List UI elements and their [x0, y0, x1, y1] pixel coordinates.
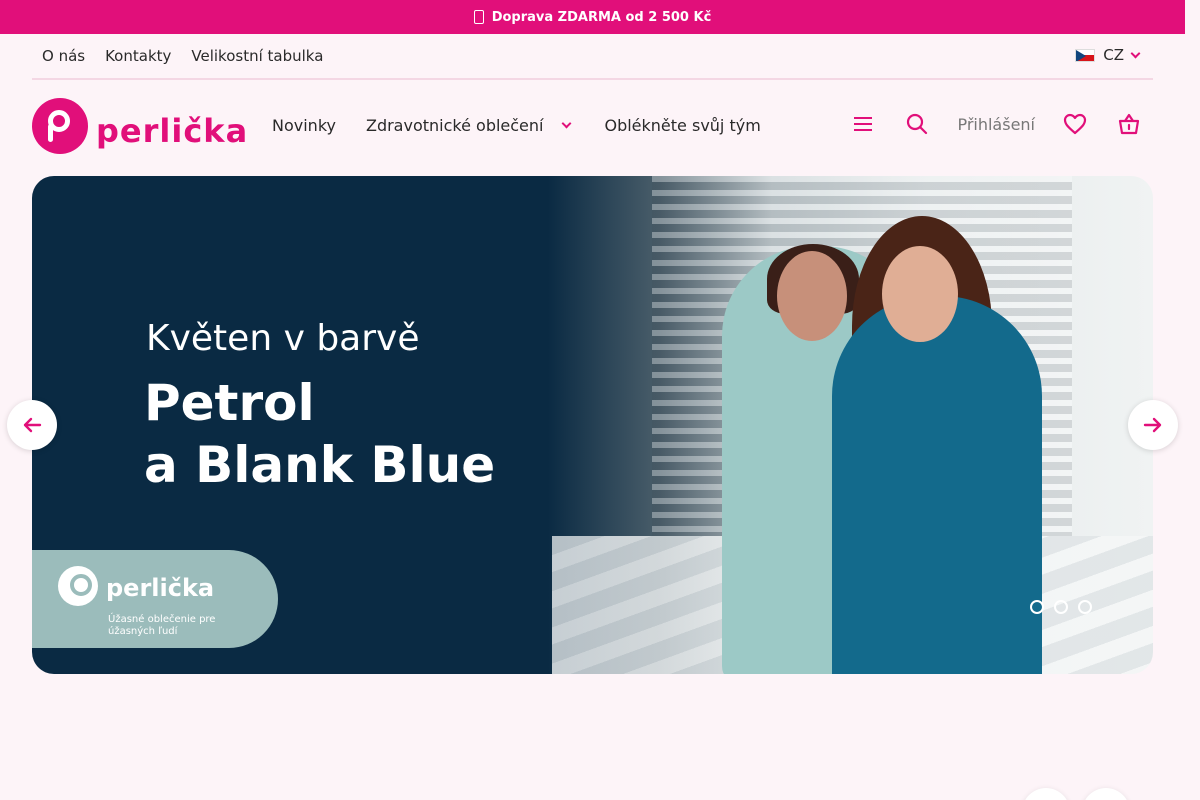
promo-bar: Doprava ZDARMA od 2 500 Kč [0, 0, 1185, 34]
carousel-next-button[interactable] [1082, 788, 1130, 800]
chevron-down-icon[interactable] [562, 118, 572, 129]
badge-tagline: Úžasné oblečenie pre úžasných ľudí [108, 614, 216, 637]
hero-brand-badge: perlička Úžasné oblečenie pre úžasných ľ… [32, 550, 278, 648]
hero-photo-face-right [882, 246, 958, 342]
basket-icon[interactable] [1115, 110, 1143, 138]
hero-title-line1: Petrol [144, 374, 315, 432]
hero-title: Petrol a Blank Blue [144, 372, 495, 496]
menu-icon[interactable] [849, 110, 877, 138]
badge-brand-name: perlička [106, 574, 215, 602]
chevron-down-icon [1130, 48, 1141, 58]
link-kontakty[interactable]: Kontakty [105, 47, 171, 65]
language-code: CZ [1103, 46, 1124, 64]
main-nav: Novinky Zdravotnické oblečení Oblékněte … [272, 116, 791, 135]
badge-logo-icon [58, 566, 98, 606]
logo[interactable]: perlička [32, 98, 248, 154]
carousel-prev-button[interactable] [1022, 788, 1070, 800]
heart-icon[interactable] [1061, 110, 1089, 138]
hero-photo-face-left [777, 251, 847, 341]
nav-item-oblecte-svuj-tym[interactable]: Oblékněte svůj tým [604, 116, 760, 135]
hero-kicker: Květen v barvě [146, 318, 420, 359]
promo-text: Doprava ZDARMA od 2 500 Kč [491, 9, 712, 25]
nav-item-novinky[interactable]: Novinky [272, 116, 336, 135]
arrow-right-icon [1143, 417, 1162, 433]
hero-title-line2: a Blank Blue [144, 436, 496, 494]
slider-dot-3[interactable] [1078, 600, 1092, 614]
hero-banner[interactable]: Květen v barvě Petrol a Blank Blue perli… [32, 176, 1153, 674]
slider-next-button[interactable] [1128, 400, 1178, 450]
czech-flag-icon [1075, 48, 1096, 62]
slider-prev-button[interactable] [7, 400, 57, 450]
search-icon[interactable] [903, 110, 931, 138]
slider-dots [1030, 600, 1092, 614]
header-tools: Přihlášení [849, 110, 1143, 138]
scrollbar[interactable] [1185, 0, 1200, 800]
arrow-left-icon [23, 417, 42, 433]
logo-mark-icon [32, 98, 88, 154]
link-o-nas[interactable]: O nás [42, 47, 85, 65]
logo-text: perlička [96, 112, 249, 150]
truck-icon [473, 10, 484, 24]
main-header: perlička Novinky Zdravotnické oblečení O… [32, 96, 1153, 156]
link-velikostni-tabulka[interactable]: Velikostní tabulka [191, 47, 323, 65]
language-selector[interactable]: CZ [1075, 46, 1141, 64]
slider-dot-1[interactable] [1030, 600, 1044, 614]
nav-item-zdravotnicke-obleceni[interactable]: Zdravotnické oblečení [366, 116, 544, 135]
hero-photo-person-right [832, 296, 1042, 674]
top-links-bar: O nás Kontakty Velikostní tabulka CZ [32, 34, 1153, 80]
login-link[interactable]: Přihlášení [957, 115, 1035, 134]
slider-dot-2[interactable] [1054, 600, 1068, 614]
